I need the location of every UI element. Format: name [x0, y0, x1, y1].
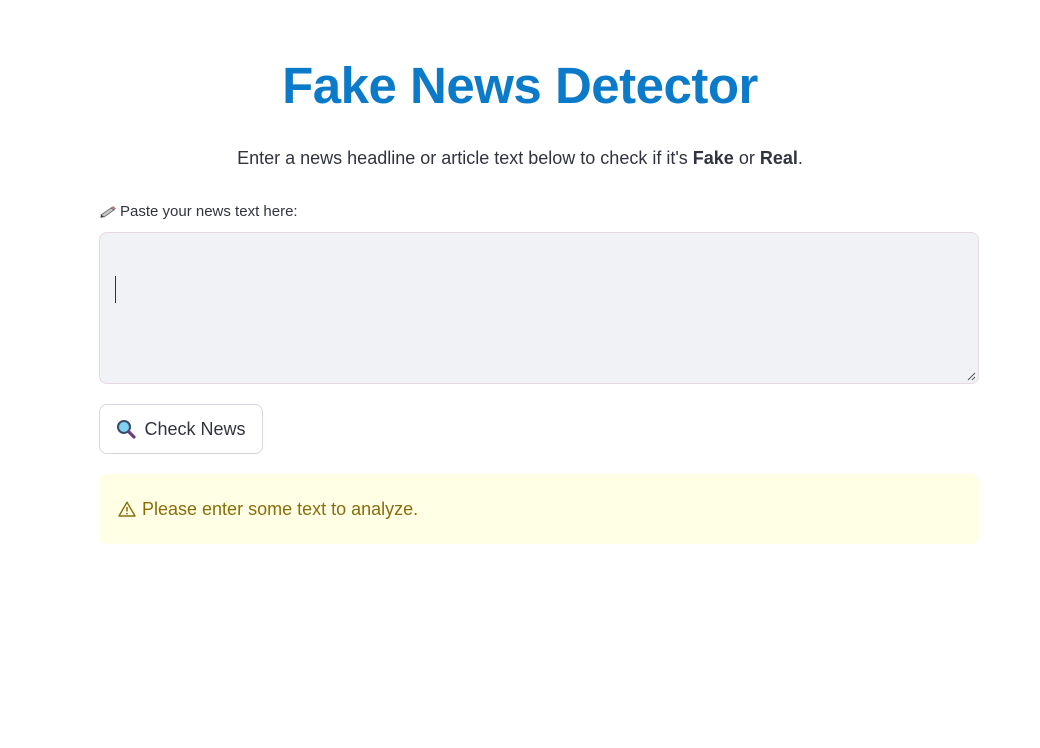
app-page: Fake News Detector Enter a news headline… — [0, 0, 1040, 748]
check-news-button-label: Check News — [144, 418, 246, 439]
subtitle-prefix: Enter a news headline or article text be… — [237, 148, 693, 168]
subtitle-suffix: . — [797, 148, 803, 168]
resize-handle-icon[interactable] — [967, 372, 976, 381]
text-cursor — [115, 276, 116, 303]
news-text-label-text: Paste your news text here: — [120, 203, 298, 220]
magnifier-icon — [117, 420, 137, 439]
warning-alert: Please enter some text to analyze. — [99, 474, 979, 544]
page-subtitle: Enter a news headline or article text be… — [0, 148, 1040, 169]
warning-icon — [118, 501, 136, 517]
subtitle-fake: Fake — [692, 148, 734, 168]
pencil-icon — [100, 205, 116, 218]
news-text-input[interactable] — [100, 233, 978, 383]
news-text-area-container — [99, 232, 979, 384]
news-text-label: Paste your news text here: — [100, 203, 298, 220]
page-title: Fake News Detector — [282, 57, 758, 114]
check-news-button[interactable]: Check News — [99, 404, 263, 454]
subtitle-or: or — [733, 148, 760, 168]
subtitle-real: Real — [759, 148, 798, 168]
warning-alert-message: Please enter some text to analyze. — [142, 498, 419, 519]
